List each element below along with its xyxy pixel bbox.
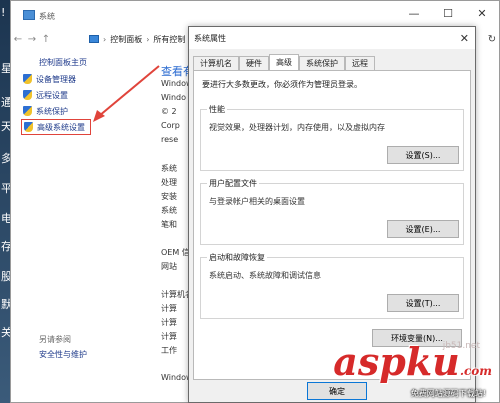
chevron-right-icon: ›: [146, 34, 150, 44]
group-description: 视觉效果，处理器计划，内存使用，以及虚拟内存: [209, 123, 385, 132]
breadcrumb[interactable]: › 控制面板 › 所有控制: [89, 31, 185, 47]
tab-advanced[interactable]: 高级: [269, 54, 299, 70]
watermark-logo: aspku.com: [333, 339, 492, 384]
shield-icon: [23, 90, 32, 100]
tab-system-protection[interactable]: 系统保护: [299, 56, 345, 70]
tab-hardware[interactable]: 硬件: [239, 56, 269, 70]
user-profiles-group: 用户配置文件 与登录帐户相关的桌面设置 设置(E)...: [200, 178, 464, 245]
dialog-title: 系统属性: [194, 33, 226, 43]
dialog-titlebar[interactable]: 系统属性 ✕: [189, 27, 475, 49]
startup-recovery-group: 启动和故障恢复 系统启动、系统故障和调试信息 设置(T)...: [200, 252, 464, 319]
tab-remote[interactable]: 远程: [345, 56, 375, 70]
maximize-button[interactable]: ☐: [431, 1, 465, 25]
nav-link-label: 系统保护: [36, 106, 68, 116]
group-label: 用户配置文件: [207, 178, 259, 189]
chevron-right-icon: ›: [103, 34, 107, 44]
profiles-settings-button[interactable]: 设置(E)...: [387, 220, 459, 238]
advanced-tab-panel: 要进行大多数更改，你必须作为管理员登录。 性能 视觉效果，处理器计划，内存使用，…: [193, 70, 471, 380]
group-label: 性能: [207, 104, 227, 115]
up-arrow-icon[interactable]: ↑: [39, 34, 53, 45]
group-description: 与登录帐户相关的桌面设置: [209, 197, 305, 206]
close-icon[interactable]: ✕: [460, 32, 469, 45]
security-maintenance-link[interactable]: 安全性与维护: [39, 349, 87, 360]
computer-icon: [89, 35, 99, 43]
performance-group: 性能 视觉效果，处理器计划，内存使用，以及虚拟内存 设置(S)...: [200, 104, 464, 171]
shield-icon: [23, 106, 32, 116]
watermark: jb51.net aspku.com 免费网站源码下载站!: [312, 339, 492, 399]
shield-icon: [24, 122, 33, 132]
tab-computer-name[interactable]: 计算机名: [193, 56, 239, 70]
group-label: 启动和故障恢复: [207, 252, 267, 263]
window-title: 系统: [39, 11, 55, 21]
breadcrumb-item[interactable]: 控制面板: [110, 34, 142, 45]
refresh-icon[interactable]: ↻: [485, 31, 499, 47]
dialog-tabs: 计算机名 硬件 高级 系统保护 远程: [189, 54, 475, 70]
nav-link-label: 远程设置: [36, 90, 68, 100]
breadcrumb-item[interactable]: 所有控制: [153, 34, 185, 45]
minimize-button[interactable]: —: [397, 1, 431, 25]
nav-link-label: 设备管理器: [36, 74, 76, 84]
see-also-heading: 另请参阅: [39, 335, 71, 344]
window-controls: — ☐ ✕: [397, 1, 499, 25]
admin-note: 要进行大多数更改，你必须作为管理员登录。: [202, 80, 362, 89]
group-description: 系统启动、系统故障和调试信息: [209, 271, 321, 280]
watermark-subtitle: 免费网站源码下载站!: [410, 389, 486, 398]
nav-link-label: 高级系统设置: [37, 122, 85, 132]
performance-settings-button[interactable]: 设置(S)...: [387, 146, 459, 164]
annotation-arrow-icon: [93, 65, 160, 122]
back-arrow-icon[interactable]: ←: [11, 34, 25, 45]
advanced-system-settings-link[interactable]: 高级系统设置: [21, 119, 91, 135]
startup-settings-button[interactable]: 设置(T)...: [387, 294, 459, 312]
shield-icon: [23, 74, 32, 84]
system-app-icon: [23, 10, 35, 20]
forward-arrow-icon[interactable]: →: [25, 34, 39, 45]
close-button[interactable]: ✕: [465, 1, 499, 25]
